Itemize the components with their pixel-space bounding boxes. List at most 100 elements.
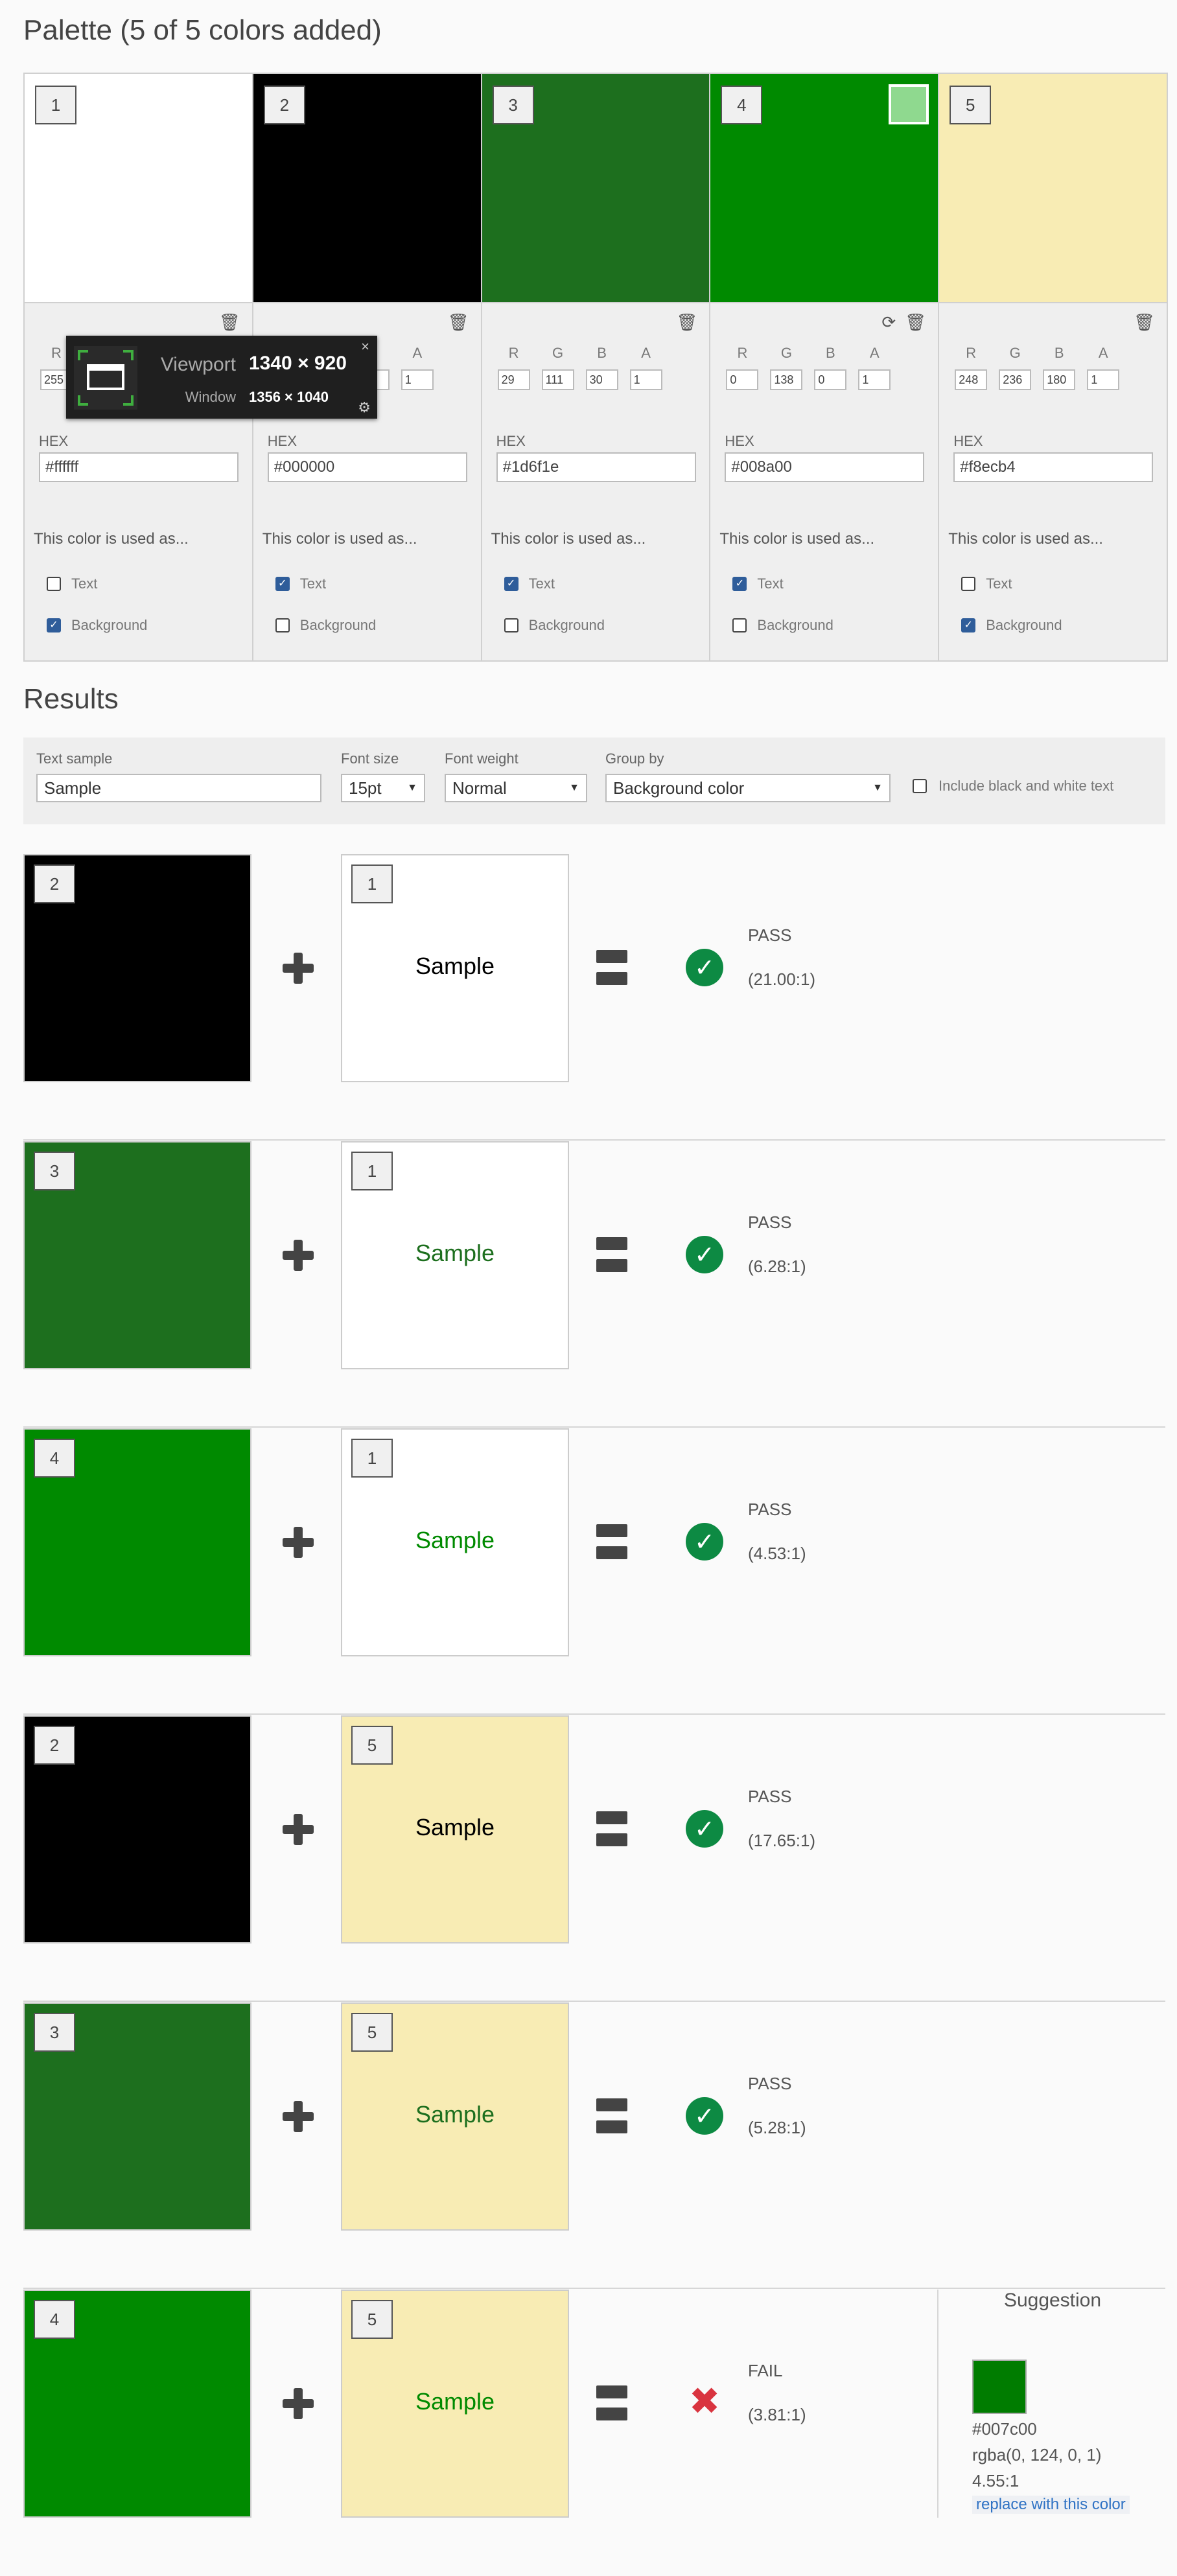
channel-a: A xyxy=(629,345,664,390)
equals-icon xyxy=(596,2385,627,2420)
color-swatch[interactable]: 2 xyxy=(253,74,481,302)
channel-b-label: B xyxy=(597,345,607,361)
results-options-bar: Text sample Sample Font size 15pt ▼ Font … xyxy=(23,737,1165,824)
rgba-inputs: RGBA xyxy=(725,345,892,390)
color-swatch[interactable]: 3 xyxy=(482,74,710,302)
channel-r-input[interactable] xyxy=(497,369,530,390)
use-as-background-option[interactable]: Background xyxy=(275,617,376,634)
used-as-label: This color is used as... xyxy=(34,530,189,548)
background-option-label: Background xyxy=(528,617,605,633)
use-as-text-option[interactable]: Text xyxy=(47,575,97,592)
color-swatch[interactable]: 1 xyxy=(25,74,252,302)
include-bw-checkbox[interactable] xyxy=(913,779,927,793)
channel-g-label: G xyxy=(780,345,792,361)
channel-a-input[interactable] xyxy=(629,369,662,390)
hex-input[interactable] xyxy=(39,452,239,482)
color-preview-chip[interactable] xyxy=(889,84,929,124)
color-swatch[interactable]: 4 xyxy=(710,74,938,302)
channel-g-input[interactable] xyxy=(770,369,803,390)
channel-r-input[interactable] xyxy=(726,369,759,390)
channel-a-input[interactable] xyxy=(858,369,891,390)
color-number-badge: 4 xyxy=(721,86,763,124)
replace-color-link[interactable]: replace with this color xyxy=(972,2496,1130,2514)
channel-b-input[interactable] xyxy=(585,369,618,390)
sample-text: Sample xyxy=(415,2101,495,2128)
used-as-label: This color is used as... xyxy=(948,530,1103,548)
verdict-label: PASS xyxy=(748,1213,792,1232)
use-as-background-checkbox[interactable]: ✓ xyxy=(47,618,61,632)
trash-icon[interactable]: 🗑 xyxy=(219,312,240,332)
channel-r-label: R xyxy=(966,345,977,361)
suggestion-title: Suggestion xyxy=(1003,2290,1102,2311)
channel-g-input[interactable] xyxy=(999,369,1032,390)
group-by-label: Group by xyxy=(605,750,664,767)
use-as-background-option[interactable]: ✓ Background xyxy=(47,617,147,634)
use-as-text-checkbox[interactable]: ✓ xyxy=(732,577,747,591)
pass-check-icon: ✓ xyxy=(686,1810,723,1848)
rgba-inputs: RGBA xyxy=(496,345,664,390)
use-as-text-checkbox[interactable] xyxy=(47,577,61,591)
hex-input[interactable] xyxy=(953,452,1154,482)
gear-icon[interactable]: ⚙ xyxy=(358,399,371,416)
color-number-badge: 1 xyxy=(35,86,76,124)
use-as-text-checkbox[interactable] xyxy=(961,577,976,591)
color-number-badge: 1 xyxy=(351,1439,393,1478)
hex-label: HEX xyxy=(496,433,526,449)
channel-b-input[interactable] xyxy=(814,369,847,390)
trash-icon[interactable]: 🗑 xyxy=(676,312,697,332)
window-label: Window xyxy=(185,389,236,405)
channel-r: R xyxy=(496,345,531,390)
hex-input[interactable] xyxy=(267,452,467,482)
text-option-label: Text xyxy=(528,575,555,592)
contrast-ratio: (5.28:1) xyxy=(748,2118,806,2137)
verdict-label: PASS xyxy=(748,925,792,945)
include-bw-option[interactable]: Include black and white text xyxy=(913,778,1113,795)
background-option-label: Background xyxy=(757,617,833,633)
suggestion-ratio: 4.55:1 xyxy=(972,2471,1020,2490)
sample-preview-box: 5 Sample xyxy=(341,2002,569,2231)
color-swatch[interactable]: 5 xyxy=(939,74,1167,302)
use-as-background-checkbox[interactable] xyxy=(504,618,519,632)
channel-a-input[interactable] xyxy=(401,369,434,390)
hex-input[interactable] xyxy=(725,452,925,482)
group-by-select[interactable]: Background color ▼ xyxy=(605,774,891,802)
channel-a: A xyxy=(400,345,435,390)
trash-icon[interactable]: 🗑 xyxy=(905,312,926,332)
use-as-background-option[interactable]: Background xyxy=(732,617,833,634)
channel-b: B xyxy=(813,345,848,390)
use-as-background-option[interactable]: ✓ Background xyxy=(961,617,1062,634)
use-as-text-option[interactable]: ✓ Text xyxy=(275,575,326,592)
refresh-icon[interactable]: ⟳ xyxy=(881,312,896,332)
use-as-background-checkbox[interactable]: ✓ xyxy=(961,618,976,632)
palette-title: Palette (5 of 5 colors added) xyxy=(23,14,382,46)
use-as-background-checkbox[interactable] xyxy=(732,618,747,632)
row-divider xyxy=(23,2001,1165,2002)
use-as-text-option[interactable]: ✓ Text xyxy=(732,575,784,592)
result-row: 2 1 Sample ✓ PASS (21.00:1) xyxy=(23,854,1165,1141)
trash-icon[interactable]: 🗑 xyxy=(448,312,469,332)
use-as-text-checkbox[interactable]: ✓ xyxy=(275,577,290,591)
hex-label: HEX xyxy=(725,433,754,449)
channel-a-input[interactable] xyxy=(1087,369,1120,390)
font-weight-select[interactable]: Normal ▼ xyxy=(445,774,587,802)
text-option-label: Text xyxy=(71,575,98,592)
sample-preview-box: 5 Sample xyxy=(341,1715,569,1944)
use-as-text-checkbox[interactable]: ✓ xyxy=(504,577,519,591)
trash-icon[interactable]: 🗑 xyxy=(1134,312,1155,332)
text-sample-input[interactable]: Sample xyxy=(36,774,321,802)
text-sample-label: Text sample xyxy=(36,750,113,767)
result-row: 3 1 Sample ✓ PASS (6.28:1) xyxy=(23,1141,1165,1428)
channel-b-input[interactable] xyxy=(1043,369,1076,390)
channel-r-input[interactable] xyxy=(955,369,988,390)
use-as-text-option[interactable]: Text xyxy=(961,575,1012,592)
color-number-badge: 5 xyxy=(351,1726,393,1765)
use-as-background-checkbox[interactable] xyxy=(275,618,290,632)
channel-g-input[interactable] xyxy=(541,369,574,390)
close-icon[interactable]: × xyxy=(361,338,369,355)
viewport-icon xyxy=(74,346,137,410)
verdict-label: PASS xyxy=(748,1787,792,1806)
use-as-text-option[interactable]: ✓ Text xyxy=(504,575,555,592)
use-as-background-option[interactable]: Background xyxy=(504,617,605,634)
font-size-select[interactable]: 15pt ▼ xyxy=(341,774,425,802)
hex-input[interactable] xyxy=(496,452,696,482)
